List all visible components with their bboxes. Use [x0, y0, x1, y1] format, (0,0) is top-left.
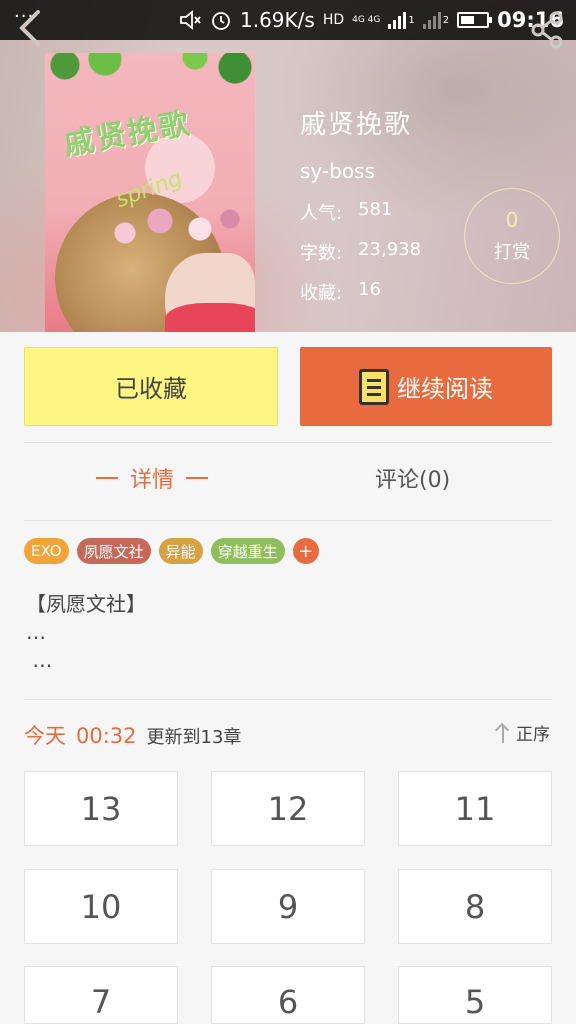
author-name[interactable]: sy-boss: [300, 159, 421, 183]
divider: [24, 520, 552, 521]
tab-detail[interactable]: 详情: [96, 462, 209, 494]
sim2-label: 2: [442, 14, 450, 26]
battery-icon: [457, 12, 493, 28]
alarm-icon: [212, 12, 230, 30]
add-tag-button[interactable]: +: [292, 538, 319, 564]
update-info: 今天 00:32 更新到13章: [24, 720, 241, 750]
tip-count: 0: [505, 208, 519, 232]
continue-reading-button[interactable]: 继续阅读: [300, 347, 552, 426]
back-icon[interactable]: [10, 8, 50, 48]
stat-popularity: 人气: 581: [300, 199, 393, 224]
update-time: 00:32: [76, 724, 137, 748]
book-cover[interactable]: 戚贤挽歌 spring: [45, 53, 255, 332]
signal-icon: [388, 11, 407, 29]
stat-favorites: 收藏: 16: [300, 279, 381, 304]
book-icon: [359, 368, 389, 405]
hd-label: HD: [322, 12, 345, 28]
book-description: 【夙愿文社】 … …: [26, 590, 146, 674]
book-header: ··· 1.69K/s HD 4G 4G 1 2 09:16 戚贤挽歌 spri…: [0, 0, 576, 332]
chapter-button[interactable]: 5: [398, 966, 552, 1024]
book-title: 戚贤挽歌: [300, 110, 413, 140]
chapter-button[interactable]: 6: [211, 966, 365, 1024]
description-line: …: [26, 648, 53, 672]
chapter-button[interactable]: 7: [24, 966, 178, 1024]
update-text: 更新到13章: [146, 727, 242, 748]
tag-list: EXO 夙愿文社 异能 穿越重生 +: [24, 538, 319, 564]
divider: [24, 442, 552, 443]
tag-time-travel[interactable]: 穿越重生: [210, 538, 285, 564]
sim1-label: 1: [408, 14, 415, 26]
chapter-button[interactable]: 9: [211, 869, 365, 944]
tag-superpower[interactable]: 异能: [158, 538, 203, 564]
description-line: 【夙愿文社】: [26, 592, 146, 616]
book-info: 戚贤挽歌 sy-boss 人气: 581 字数: 23,938 收藏: 16: [300, 104, 421, 319]
chapter-button[interactable]: 10: [24, 869, 178, 944]
stat-word-count: 字数: 23,938: [300, 239, 422, 264]
favorited-button[interactable]: 已收藏: [24, 347, 278, 426]
tag-society[interactable]: 夙愿文社: [76, 538, 151, 564]
mute-icon: [180, 10, 201, 30]
divider: [24, 699, 552, 700]
net-speed: 1.69K/s: [240, 8, 315, 32]
arrow-up-icon: [496, 723, 510, 743]
tag-exo[interactable]: EXO: [24, 538, 69, 564]
signal-icon: [422, 11, 441, 29]
chapter-button[interactable]: 11: [398, 771, 552, 846]
chapter-button[interactable]: 8: [398, 869, 552, 944]
sort-order-button[interactable]: 正序: [496, 720, 550, 745]
status-bar: ··· 1.69K/s HD 4G 4G 1 2 09:16: [0, 0, 576, 40]
update-day: 今天: [24, 724, 66, 748]
share-icon[interactable]: [530, 10, 566, 50]
tip-button[interactable]: 0 打赏: [464, 188, 560, 284]
tip-label: 打赏: [494, 242, 530, 263]
description-line: …: [26, 620, 46, 644]
chapter-button[interactable]: 13: [24, 771, 178, 846]
chapter-button[interactable]: 12: [211, 771, 365, 846]
tab-comments[interactable]: 评论(0): [375, 462, 450, 494]
network-label: 4G 4G: [352, 15, 381, 25]
